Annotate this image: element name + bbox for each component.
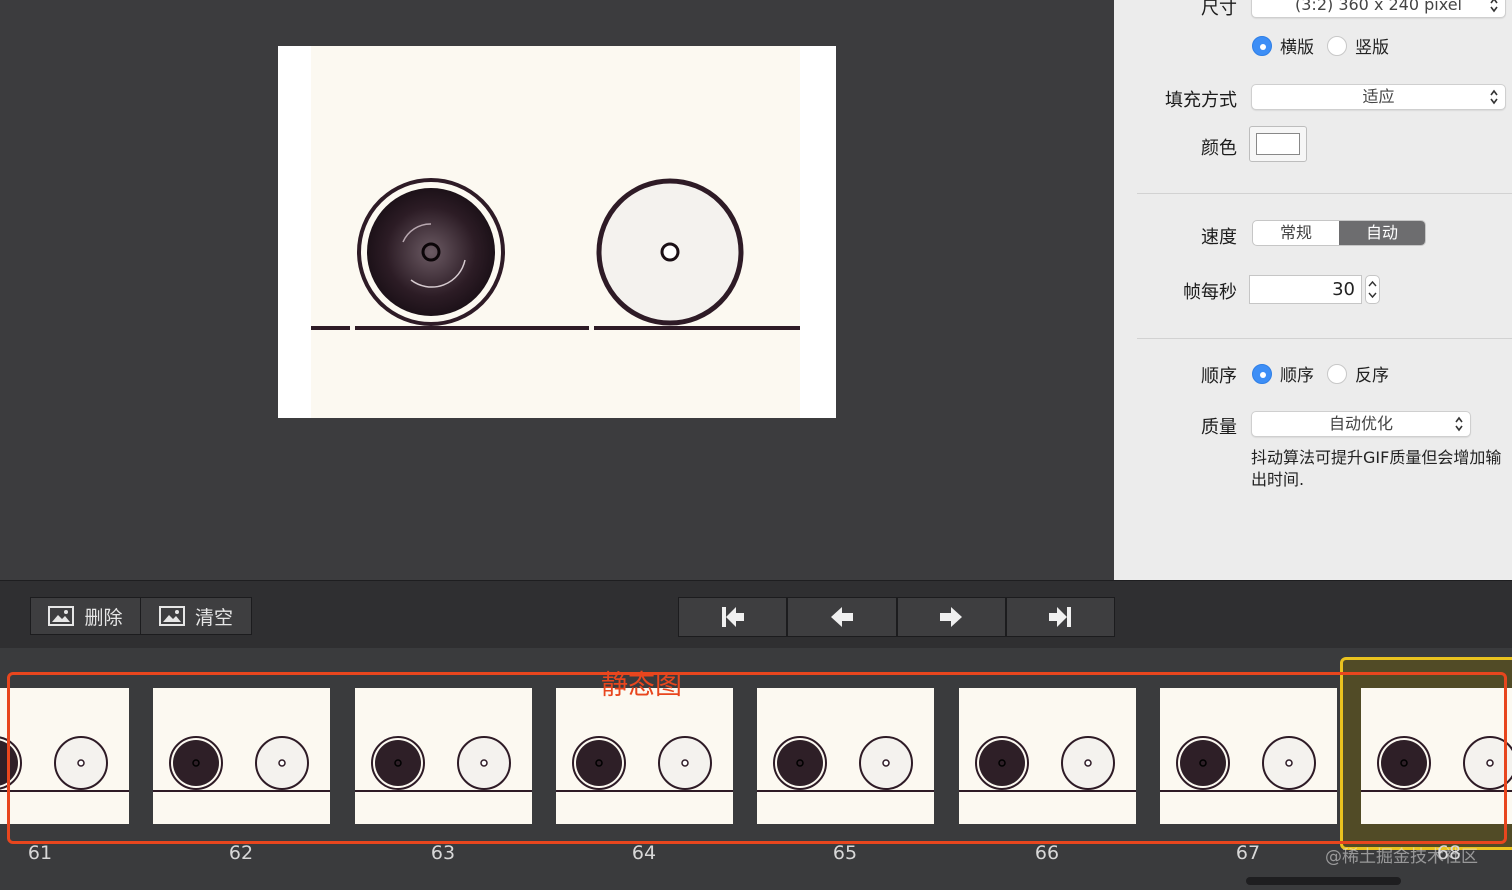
frame-number: 64 bbox=[631, 842, 657, 864]
quality-note: 抖动算法可提升GIF质量但会增加输出时间. bbox=[1251, 448, 1502, 489]
order-reverse-radio[interactable]: 反序 bbox=[1327, 361, 1389, 386]
radio-unselected-icon bbox=[1327, 35, 1347, 56]
speed-normal-segment[interactable]: 常规 bbox=[1253, 221, 1339, 245]
previous-frame-icon bbox=[830, 607, 853, 627]
size-popup[interactable]: (3:2) 360 x 240 pixel bbox=[1251, 0, 1506, 18]
orientation-landscape-label: 横版 bbox=[1280, 38, 1314, 58]
popup-arrows-icon bbox=[1490, 0, 1498, 13]
fill-mode-value: 适应 bbox=[1362, 87, 1395, 106]
radio-unselected-icon bbox=[1327, 363, 1347, 384]
speed-label: 速度 bbox=[1201, 227, 1237, 248]
fps-stepper[interactable] bbox=[1365, 275, 1380, 304]
order-label: 顺序 bbox=[1201, 366, 1237, 387]
frame-number: 65 bbox=[832, 842, 858, 864]
skip-to-start-button[interactable] bbox=[678, 597, 788, 637]
radio-selected-icon bbox=[1252, 35, 1272, 56]
size-label: 尺寸 bbox=[1201, 0, 1237, 19]
orientation-portrait-label: 竖版 bbox=[1355, 38, 1389, 58]
order-forward-radio[interactable]: 顺序 bbox=[1252, 361, 1314, 386]
size-value: (3:2) 360 x 240 pixel bbox=[1295, 0, 1462, 14]
annotation-label: 静态图 bbox=[601, 670, 682, 701]
fill-mode-popup[interactable]: 适应 bbox=[1251, 84, 1506, 110]
orientation-landscape-radio[interactable]: 横版 bbox=[1252, 33, 1314, 58]
annotation-box: 静态图 bbox=[7, 670, 1507, 844]
frame-number: 63 bbox=[430, 842, 456, 864]
fill-mode-label: 填充方式 bbox=[1165, 90, 1237, 111]
delete-button[interactable]: 删除 bbox=[30, 597, 141, 635]
clear-button[interactable]: 清空 bbox=[140, 597, 252, 635]
popup-arrows-icon bbox=[1490, 89, 1498, 105]
color-well[interactable] bbox=[1249, 126, 1307, 162]
quality-label: 质量 bbox=[1201, 417, 1237, 438]
quality-popup[interactable]: 自动优化 bbox=[1251, 411, 1471, 437]
image-icon bbox=[158, 606, 185, 626]
speed-segmented-control[interactable]: 常规 自动 bbox=[1252, 220, 1426, 246]
separator bbox=[1137, 338, 1512, 339]
next-frame-icon bbox=[940, 607, 963, 627]
scrollbar-thumb[interactable] bbox=[1246, 877, 1401, 885]
fps-input[interactable]: 30 bbox=[1249, 275, 1362, 304]
preview-image bbox=[311, 46, 800, 418]
frame-number: 61 bbox=[27, 842, 53, 864]
wheels-illustration bbox=[311, 178, 800, 330]
frame-navigation bbox=[678, 597, 1115, 637]
separator bbox=[1137, 193, 1512, 194]
filmstrip: 61 62 63 64 65 66 67 68 静态图 @稀土掘金技术社区 bbox=[0, 648, 1512, 890]
skip-to-end-button[interactable] bbox=[1005, 597, 1115, 637]
fps-label: 帧每秒 bbox=[1183, 282, 1237, 303]
quality-value: 自动优化 bbox=[1328, 414, 1393, 433]
frame-toolbar: 删除 清空 bbox=[0, 580, 1512, 648]
frame-number: 66 bbox=[1034, 842, 1060, 864]
skip-to-start-icon bbox=[721, 607, 744, 627]
frame-number: 62 bbox=[228, 842, 254, 864]
previous-frame-button[interactable] bbox=[787, 597, 897, 637]
color-swatch bbox=[1256, 133, 1300, 155]
watermark: @稀土掘金技术社区 bbox=[1325, 847, 1478, 867]
order-reverse-label: 反序 bbox=[1355, 366, 1389, 386]
color-label: 颜色 bbox=[1201, 138, 1237, 159]
skip-to-end-icon bbox=[1049, 607, 1072, 627]
speed-auto-segment[interactable]: 自动 bbox=[1339, 221, 1425, 245]
delete-label: 删除 bbox=[84, 606, 123, 629]
order-forward-label: 顺序 bbox=[1280, 366, 1314, 386]
radio-selected-icon bbox=[1252, 363, 1272, 384]
preview-canvas bbox=[278, 46, 836, 418]
stepper-arrows-icon bbox=[1368, 280, 1377, 299]
frame-number: 67 bbox=[1235, 842, 1261, 864]
popup-arrows-icon bbox=[1455, 416, 1463, 432]
image-icon bbox=[48, 606, 75, 626]
preview-area bbox=[0, 0, 1114, 580]
clear-label: 清空 bbox=[194, 606, 233, 629]
next-frame-button[interactable] bbox=[896, 597, 1006, 637]
orientation-portrait-radio[interactable]: 竖版 bbox=[1327, 33, 1389, 58]
